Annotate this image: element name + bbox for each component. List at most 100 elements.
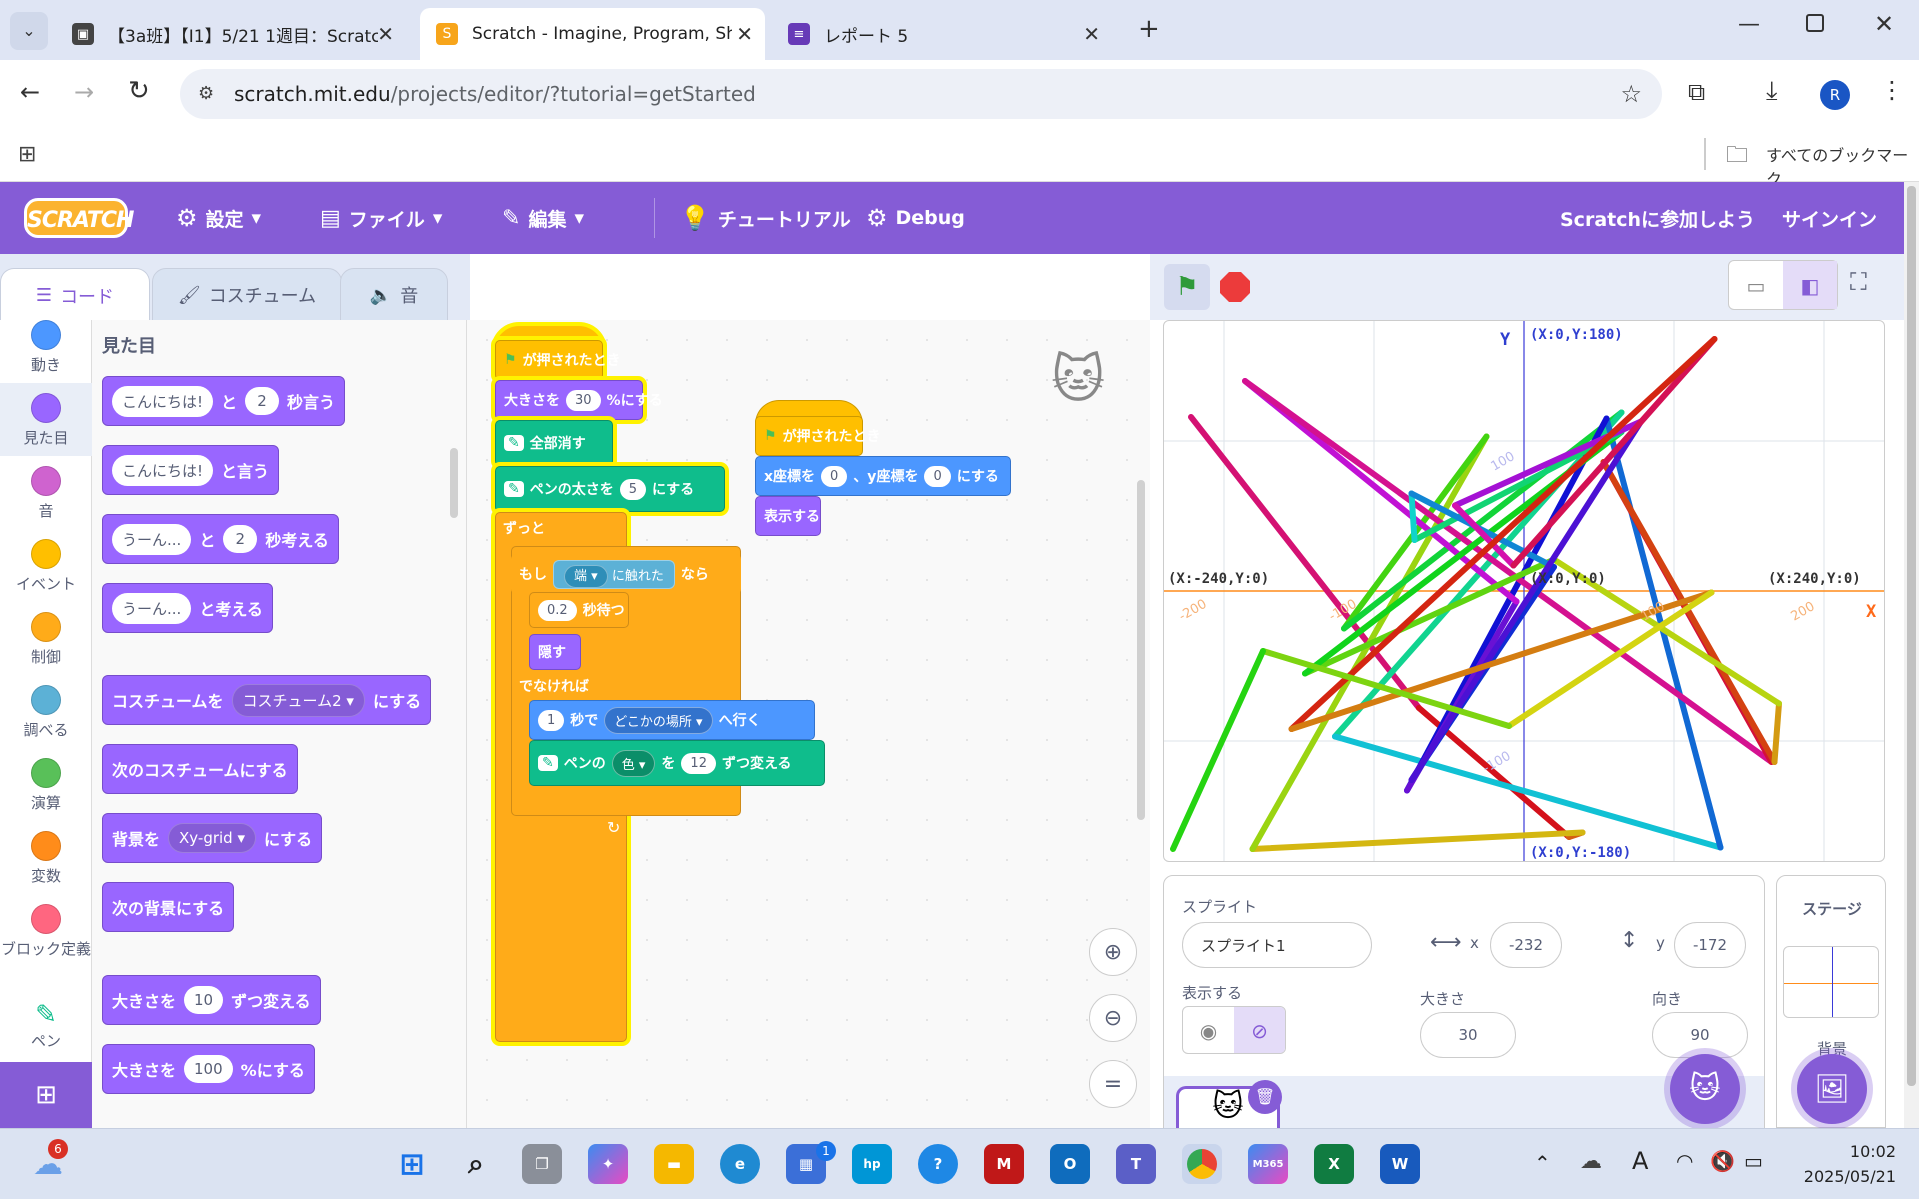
when-flag-clicked-hat[interactable]: ⚑ が押されたとき	[495, 340, 621, 380]
tab-costumes[interactable]: 🖌 コスチューム	[152, 268, 342, 322]
block-input[interactable]: 12	[681, 752, 716, 774]
chevron-up-icon[interactable]: ⌃	[1534, 1151, 1551, 1175]
wait-block[interactable]: 0.2 秒待つ	[529, 592, 629, 628]
edit-menu[interactable]: ✎ 編集 ▾	[502, 182, 584, 254]
chrome-icon[interactable]	[1182, 1144, 1222, 1184]
costume-dropdown[interactable]: コスチューム2 ▾	[231, 683, 365, 717]
tab-code[interactable]: ☰ コード	[0, 268, 150, 322]
wifi-icon[interactable]: ◠	[1676, 1149, 1693, 1173]
size-input[interactable]: 30	[1420, 1012, 1516, 1058]
extensions-icon[interactable]: ⧉	[1688, 78, 1705, 106]
set-pen-size-block[interactable]: ✎ ペンの太さを 5 にする	[495, 466, 725, 512]
block-input[interactable]: 100	[184, 1055, 233, 1083]
start-icon[interactable]: ⊞	[392, 1144, 432, 1184]
category-motion[interactable]: 動き	[0, 320, 92, 375]
script-workspace[interactable]: ⚑ が押されたとき 大きさを 30 %にする ✎ 全部消す ✎ ペンの太さを 5 にする ずっ…	[467, 320, 1150, 1128]
apps-grid-icon[interactable]: ⊞	[18, 142, 36, 167]
tab-search-icon[interactable]: ⌄	[10, 12, 48, 50]
block-input[interactable]: 1	[538, 709, 565, 731]
tab-sounds[interactable]: 🔈 音	[340, 268, 448, 322]
clock-time[interactable]: 10:02	[1786, 1142, 1896, 1161]
x-input[interactable]: -232	[1490, 922, 1562, 968]
site-info-icon[interactable]: ⚙	[198, 69, 214, 119]
download-icon[interactable]: ⤓	[1766, 76, 1778, 107]
category-operators[interactable]: 演算	[0, 758, 92, 813]
category-control[interactable]: 制御	[0, 612, 92, 667]
onedrive-icon[interactable]: ☁	[1580, 1149, 1602, 1174]
close-tab-icon[interactable]: ✕	[736, 22, 753, 46]
myhp-icon[interactable]: hp	[852, 1144, 892, 1184]
category-variables[interactable]: 変数	[0, 831, 92, 886]
stop-button[interactable]	[1220, 272, 1250, 302]
y-input[interactable]: -172	[1674, 922, 1746, 968]
show-block[interactable]: 表示する	[755, 496, 821, 536]
glide-target-dropdown[interactable]: どこかの場所 ▾	[604, 706, 713, 734]
block-input[interactable]: 2	[223, 525, 258, 553]
new-tab-icon[interactable]: +	[1138, 14, 1160, 44]
back-icon[interactable]: ←	[20, 78, 40, 106]
pen-clear-block[interactable]: ✎ 全部消す	[495, 420, 613, 466]
block-input[interactable]: こんにちは!	[112, 385, 214, 417]
scratch-logo[interactable]: SCRATCH	[24, 198, 134, 238]
eye-icon[interactable]: ◉	[1183, 1007, 1234, 1053]
think-block[interactable]: うーん... と考える	[102, 583, 273, 633]
glide-to-block[interactable]: 1 秒で どこかの場所 ▾ へ行く	[529, 700, 815, 740]
ime-indicator[interactable]: A	[1632, 1147, 1648, 1175]
stage-selector[interactable]: ステージ 背景 🖼	[1776, 875, 1886, 1128]
search-icon[interactable]: ⌕	[456, 1144, 496, 1184]
clock-date[interactable]: 2025/05/21	[1786, 1167, 1896, 1186]
next-backdrop-block[interactable]: 次の背景にする	[102, 882, 235, 932]
volume-icon[interactable]: 🔇	[1710, 1149, 1735, 1173]
add-extension-button[interactable]: ⊞	[0, 1062, 92, 1128]
say-block[interactable]: こんにちは! と言う	[102, 445, 280, 495]
think-for-secs-block[interactable]: うーん... と 2 秒考える	[102, 514, 339, 564]
hide-block[interactable]: 隠す	[529, 634, 581, 670]
change-size-block[interactable]: 大きさを 10 ずつ変える	[102, 975, 321, 1025]
teams-icon[interactable]: T	[1116, 1144, 1156, 1184]
block-input[interactable]: 0	[821, 465, 848, 487]
close-window-icon[interactable]: ✕	[1874, 10, 1894, 38]
zoom-out-button[interactable]: ⊖	[1089, 994, 1137, 1042]
close-tab-icon[interactable]: ✕	[377, 22, 394, 46]
help-icon[interactable]: ?	[918, 1144, 958, 1184]
task-view-icon[interactable]: ❐	[522, 1144, 562, 1184]
page-scrollbar[interactable]	[1904, 182, 1919, 1128]
outlook-icon[interactable]: O	[1050, 1144, 1090, 1184]
bookmark-star-icon[interactable]: ☆	[1620, 69, 1642, 119]
file-menu[interactable]: ▤ ファイル ▾	[320, 182, 442, 254]
category-sensing[interactable]: 調べる	[0, 685, 92, 740]
excel-icon[interactable]: X	[1314, 1144, 1354, 1184]
join-scratch-link[interactable]: Scratchに参加しよう	[1560, 182, 1755, 254]
sprite-name-input[interactable]: スプライト1	[1182, 922, 1372, 968]
browser-tab-scratch[interactable]: S Scratch - Imagine, Program, Sha ✕	[420, 8, 765, 60]
category-events[interactable]: イベント	[0, 539, 92, 594]
block-input[interactable]: 5	[619, 478, 647, 500]
close-tab-icon[interactable]: ✕	[1083, 22, 1100, 46]
block-input[interactable]: 2	[245, 387, 280, 415]
block-input[interactable]: こんにちは!	[112, 454, 214, 486]
block-input[interactable]: 0	[924, 465, 951, 487]
profile-avatar[interactable]: R	[1820, 80, 1850, 110]
file-explorer-icon[interactable]: ▬	[654, 1144, 694, 1184]
block-input[interactable]: うーん...	[112, 592, 192, 624]
stage-canvas[interactable]: Y X (X:0,Y:180) (X:-240,Y:0) (X:0,Y:0) (…	[1163, 320, 1885, 862]
category-my-blocks[interactable]: ブロック定義	[0, 904, 92, 959]
touching-dropdown[interactable]: 端 ▾	[564, 564, 608, 588]
direction-input[interactable]: 90	[1652, 1012, 1748, 1058]
say-for-secs-block[interactable]: こんにちは! と 2 秒言う	[102, 376, 346, 426]
choose-sprite-button[interactable]: 🐱	[1670, 1054, 1740, 1124]
block-input[interactable]: 30	[566, 389, 601, 411]
zoom-reset-button[interactable]: =	[1089, 1060, 1137, 1108]
block-input[interactable]: 10	[184, 986, 224, 1014]
reload-icon[interactable]: ↻	[128, 76, 150, 106]
next-costume-block[interactable]: 次のコスチュームにする	[102, 744, 298, 794]
change-pen-color-block[interactable]: ✎ ペンの色 ▾ を 12 ずつ変える	[529, 740, 825, 786]
copilot-icon[interactable]: ✦	[588, 1144, 628, 1184]
choose-backdrop-button[interactable]: 🖼	[1797, 1054, 1867, 1124]
category-pen[interactable]: ✎ ペン	[0, 1000, 92, 1051]
browser-menu-icon[interactable]: ⋮	[1880, 76, 1904, 104]
page-scrollbar-thumb[interactable]	[1907, 186, 1916, 1086]
word-icon[interactable]: W	[1380, 1144, 1420, 1184]
switch-costume-block[interactable]: コスチュームを コスチューム2 ▾ にする	[102, 675, 432, 725]
sign-in-link[interactable]: サインイン	[1782, 182, 1877, 254]
